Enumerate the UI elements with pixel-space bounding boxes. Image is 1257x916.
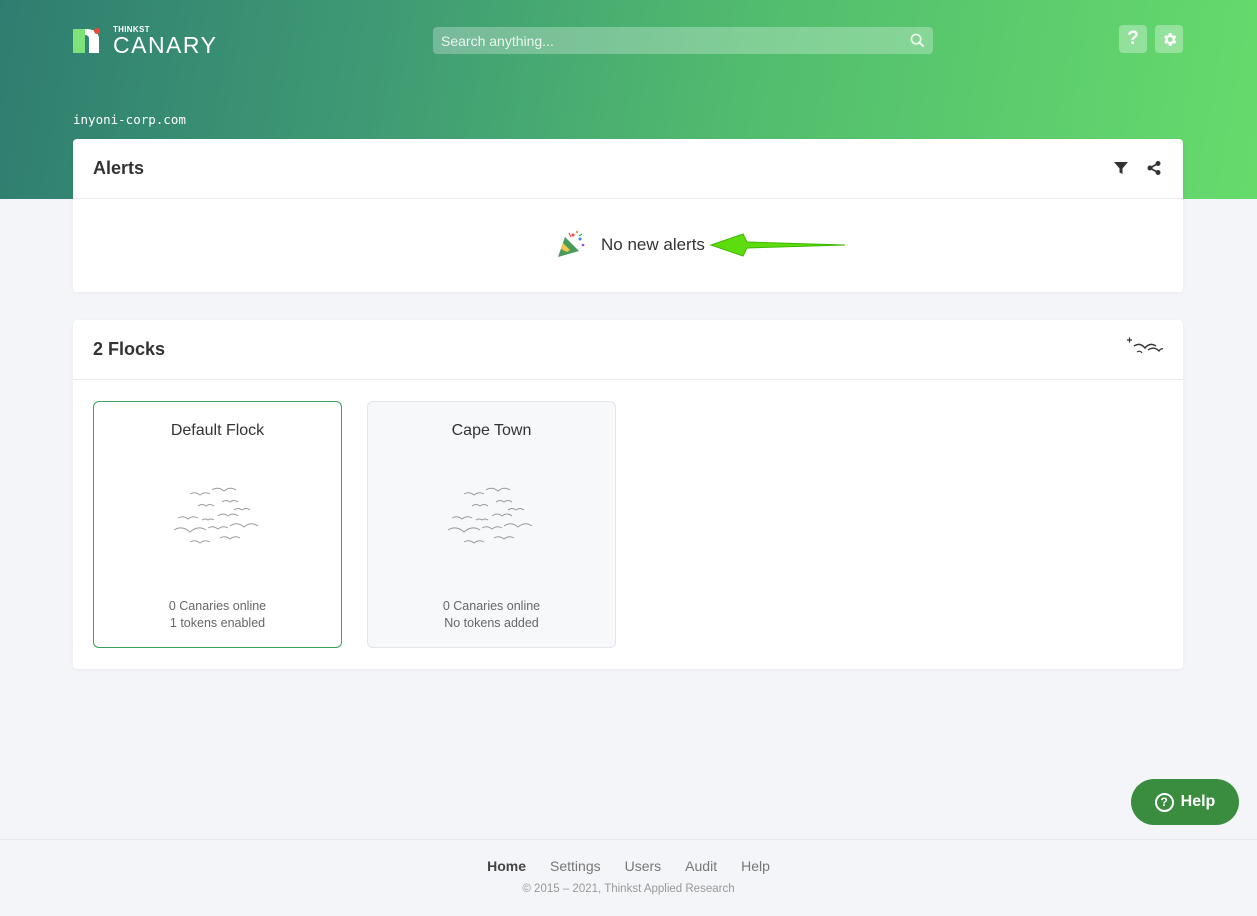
help-button[interactable]: ? [1119, 25, 1147, 53]
search-bar[interactable] [433, 27, 933, 54]
flocks-header: 2 Flocks [73, 320, 1183, 380]
canary-logo-icon [73, 27, 101, 55]
canary-logo[interactable]: THINKST CANARY [73, 25, 245, 58]
alerts-header: Alerts [73, 139, 1183, 199]
footer: Home Settings Users Audit Help © 2015 – … [0, 839, 1257, 916]
flocks-title: 2 Flocks [93, 339, 166, 359]
footer-link-audit[interactable]: Audit [685, 858, 717, 874]
footer-link-home[interactable]: Home [487, 858, 526, 874]
flock-canaries-online: 0 Canaries online [168, 599, 267, 613]
footer-link-settings[interactable]: Settings [550, 858, 601, 874]
flocks-card: 2 Flocks Default Flock 0 Canaries online… [73, 320, 1183, 669]
flock-canaries-online: 0 Canaries online [442, 599, 541, 613]
gear-icon [1163, 32, 1176, 46]
search-icon[interactable] [910, 33, 925, 48]
logo-wordmark: THINKST CANARY [113, 25, 245, 58]
no-alerts-panel: No new alerts [73, 199, 1183, 292]
filter-icon[interactable] [1113, 160, 1129, 176]
party-popper-icon [558, 230, 585, 257]
logo-big-text: CANARY [113, 32, 218, 58]
no-alerts-text: No new alerts [601, 235, 705, 254]
footer-link-users[interactable]: Users [625, 858, 662, 874]
search-input[interactable] [433, 27, 933, 54]
footer-nav: Home Settings Users Audit Help [0, 858, 1257, 874]
alerts-card: Alerts No new alerts [73, 139, 1183, 292]
help-floating-label: Help [1180, 793, 1216, 810]
flock-tile-default[interactable]: Default Flock 0 Canaries online 1 tokens… [93, 401, 342, 648]
birds-icon [447, 487, 533, 544]
add-flock-icon[interactable] [1126, 336, 1164, 358]
annotation-arrow-icon [709, 233, 846, 257]
help-floating-button[interactable]: ? Help [1131, 779, 1239, 825]
help-question-icon: ? [1127, 28, 1139, 49]
settings-button[interactable] [1155, 25, 1183, 53]
flock-name: Cape Town [451, 422, 532, 439]
flock-tokens: No tokens added [444, 616, 539, 630]
help-circle-icon: ? [1154, 792, 1174, 812]
share-icon[interactable] [1146, 160, 1162, 176]
alerts-title: Alerts [93, 158, 145, 178]
flock-name: Default Flock [170, 422, 265, 439]
flock-tokens: 1 tokens enabled [169, 616, 266, 630]
flock-tile-cape-town[interactable]: Cape Town 0 Canaries online No tokens ad… [367, 401, 616, 648]
copyright: © 2015 – 2021, Thinkst Applied Research [522, 883, 735, 895]
footer-link-help[interactable]: Help [741, 858, 770, 874]
birds-icon [173, 487, 259, 544]
domain-label: inyoni-corp.com [73, 112, 186, 127]
